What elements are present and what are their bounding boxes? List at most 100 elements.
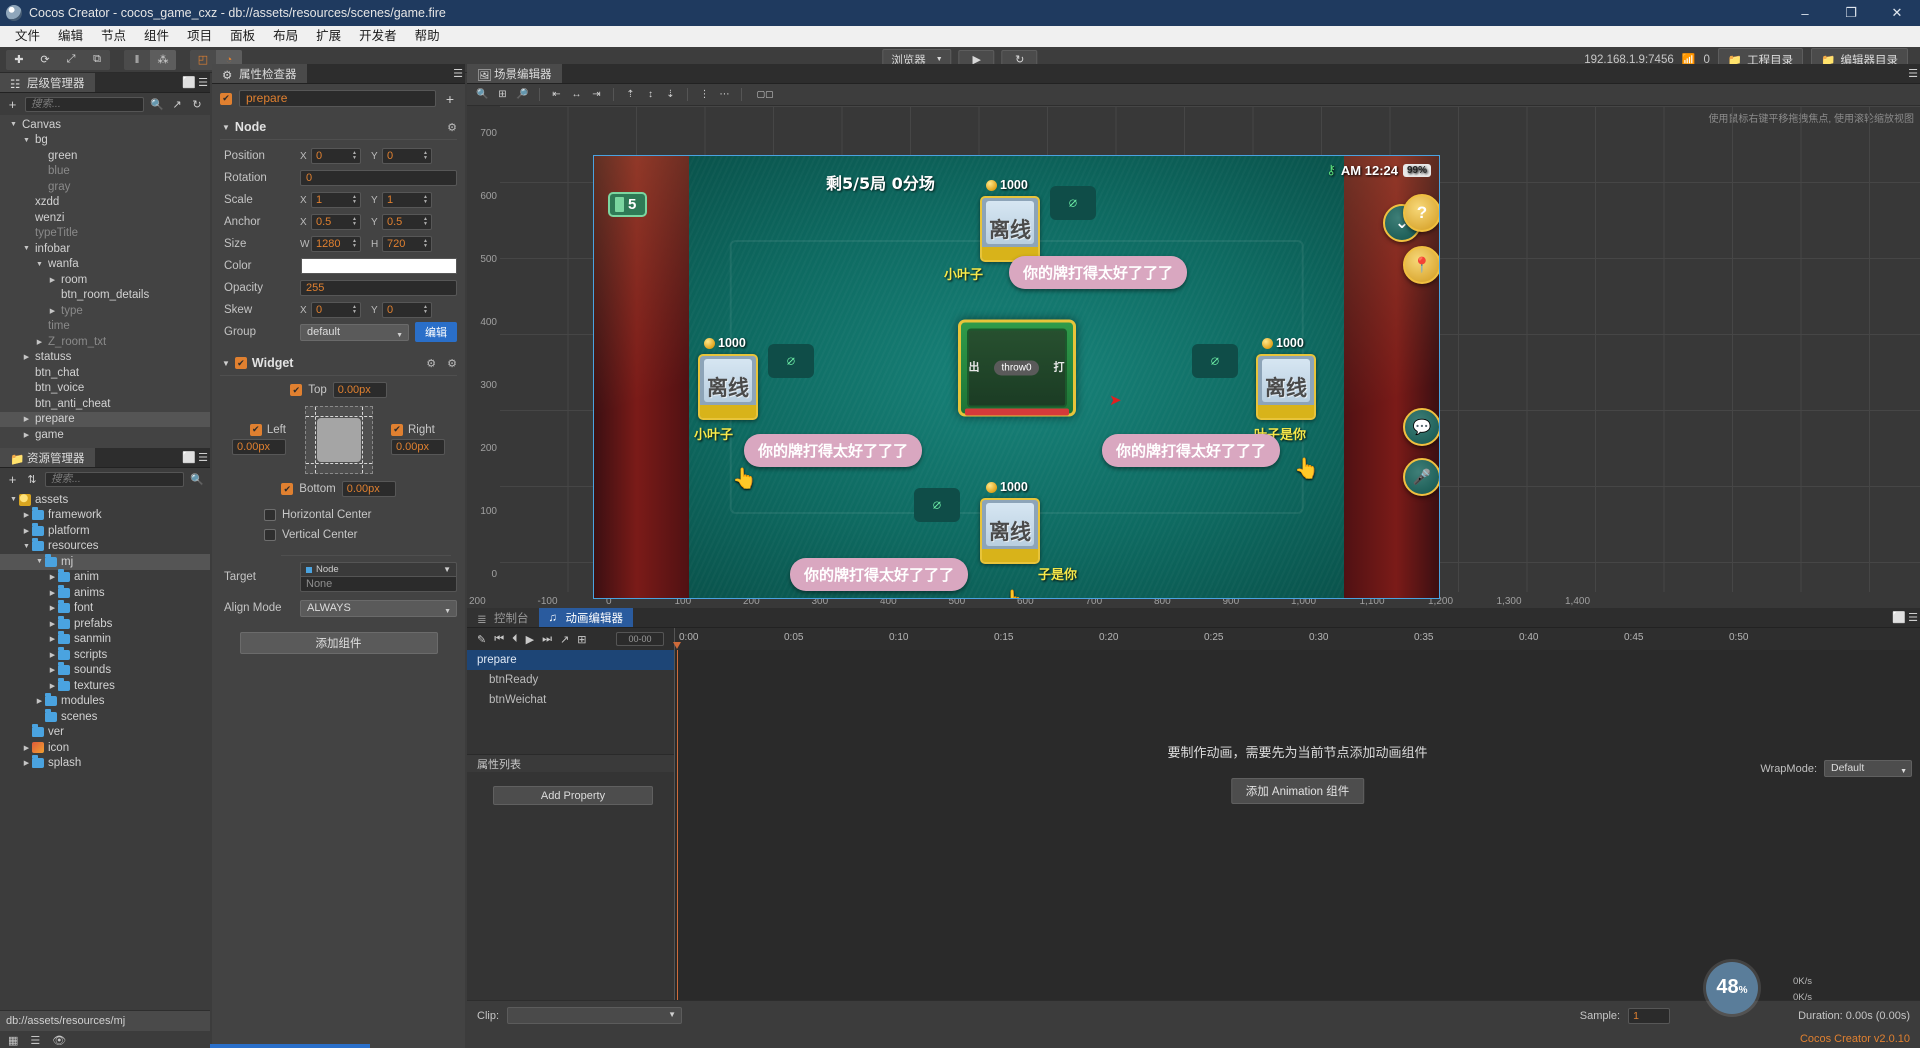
minimize-button[interactable]: –	[1782, 0, 1828, 26]
node-section-header[interactable]: ▼ Node ⚙	[220, 116, 457, 137]
stepper-icon[interactable]: ▲ ▼	[421, 149, 430, 163]
asset-item-icon[interactable]: icon	[0, 740, 210, 756]
chevron-right-icon[interactable]	[21, 415, 32, 423]
widget-top-checkbox[interactable]	[290, 384, 303, 396]
sync-icon[interactable]: ↻	[190, 98, 204, 111]
property-input-y[interactable]: 0 ▲ ▼	[382, 148, 432, 164]
panel-popout-icon[interactable]: ⬜	[182, 73, 196, 92]
zoom-fit-icon[interactable]: ⊞	[494, 87, 511, 103]
player-signal-left[interactable]: ⌽	[768, 344, 814, 378]
panel-menu-icon[interactable]: ☰	[196, 448, 210, 467]
hierarchy-node-room[interactable]: room	[0, 272, 210, 288]
menu-item-1[interactable]: 编辑	[49, 26, 92, 47]
widget-bottom-input[interactable]: 0.00px	[341, 481, 396, 497]
hierarchy-node-btn_chat[interactable]: btn_chat	[0, 365, 210, 381]
asset-item-font[interactable]: font	[0, 600, 210, 617]
group1-button-3[interactable]: ⧉	[84, 50, 110, 70]
btn-help[interactable]: ?	[1403, 194, 1439, 232]
chevron-right-icon[interactable]	[21, 744, 32, 752]
property-input-h[interactable]: 720 ▲ ▼	[382, 236, 432, 252]
align-left-icon[interactable]: ⇤	[548, 87, 565, 103]
animation-track-btnReady[interactable]: btnReady	[467, 670, 674, 690]
panel-menu-icon[interactable]: ☰	[1906, 64, 1920, 83]
chevron-down-icon[interactable]	[21, 245, 32, 252]
asset-item-scenes[interactable]: scenes	[0, 708, 210, 725]
player-signal-top[interactable]: ⌽	[1050, 186, 1096, 220]
group2-button-1[interactable]: ⁂	[150, 49, 176, 70]
panel-menu-icon[interactable]: ☰	[196, 73, 210, 92]
widget-right-input[interactable]: 0.00px	[391, 438, 445, 455]
group1-button-0[interactable]: ✚	[6, 50, 32, 70]
add-component-button[interactable]: 添加组件	[239, 632, 438, 654]
chevron-right-icon[interactable]	[47, 666, 58, 674]
property-input-w[interactable]: 1280 ▲ ▼	[311, 236, 361, 252]
panel-popout-icon[interactable]: ⬜	[182, 448, 196, 467]
hierarchy-node-blue[interactable]: blue	[0, 164, 210, 180]
btn-location[interactable]: 📍	[1403, 246, 1439, 284]
widget-right-checkbox[interactable]	[391, 423, 403, 436]
chevron-right-icon[interactable]	[47, 276, 58, 284]
hierarchy-node-Canvas[interactable]: Canvas	[0, 117, 210, 133]
align-top-icon[interactable]: ⇡	[622, 87, 639, 103]
game-canvas[interactable]: ⚷ AM 12:24 99% 5 剩5/5局 0分场 throw0 出 打 ➤ …	[593, 155, 1440, 599]
gear-icon[interactable]: ⚙	[447, 121, 457, 134]
hierarchy-node-type[interactable]: type	[0, 303, 210, 319]
chevron-right-icon[interactable]	[21, 527, 32, 535]
asset-item-anims[interactable]: anims	[0, 584, 210, 601]
property-input[interactable]: 255	[300, 280, 457, 296]
asset-item-sounds[interactable]: sounds	[0, 662, 210, 679]
widget-top-input[interactable]: 0.00px	[332, 382, 387, 398]
color-swatch[interactable]	[301, 258, 457, 274]
chevron-right-icon[interactable]	[47, 620, 58, 628]
group2-button-0[interactable]: ‖	[124, 50, 150, 70]
zoom-out-icon[interactable]: 🔍	[474, 87, 491, 103]
group-select[interactable]: default	[300, 323, 409, 343]
chevron-right-icon[interactable]	[21, 511, 32, 519]
property-input-x[interactable]: 1 ▲ ▼	[311, 192, 361, 208]
wrapmode-select[interactable]: Default	[1824, 760, 1912, 779]
player-signal-right[interactable]: ⌽	[1192, 344, 1238, 378]
hierarchy-search-input[interactable]: 搜索...	[25, 96, 144, 112]
asset-item-modules[interactable]: modules	[0, 693, 210, 710]
property-input-x[interactable]: 0.5 ▲ ▼	[311, 214, 361, 230]
distribute-v-icon[interactable]: ⋯	[716, 87, 733, 103]
menu-item-9[interactable]: 帮助	[406, 26, 449, 47]
tab-scene-editor[interactable]: 🖼 场景编辑器	[467, 64, 562, 83]
node-enabled-checkbox[interactable]	[220, 92, 232, 105]
btn-voice[interactable]: 🎤	[1403, 458, 1439, 496]
widget-left-input[interactable]: 0.00px	[232, 438, 286, 455]
hierarchy-node-infobar[interactable]: infobar	[0, 241, 210, 257]
anim-control-5[interactable]: ↗	[560, 633, 569, 646]
help-icon[interactable]: ⚙	[426, 357, 436, 370]
tab-inspector[interactable]: ⚙ 属性检查器	[212, 64, 307, 83]
hierarchy-node-btn_room_details[interactable]: btn_room_details	[0, 288, 210, 304]
anim-control-6[interactable]: ⊞	[577, 633, 586, 646]
hierarchy-node-Z_room_txt[interactable]: Z_room_txt	[0, 334, 210, 350]
anim-control-4[interactable]: ⏭	[542, 633, 552, 646]
menu-item-2[interactable]: 节点	[92, 26, 135, 47]
menu-item-4[interactable]: 项目	[178, 26, 221, 47]
asset-item-framework[interactable]: framework	[0, 507, 210, 524]
search-icon[interactable]: 🔍	[150, 98, 164, 111]
search-icon[interactable]: 🔍	[190, 473, 204, 486]
list-view-icon[interactable]: ☰	[30, 1034, 40, 1047]
tab-console[interactable]: ≣ 控制台	[467, 608, 539, 627]
stepper-icon[interactable]: ▲ ▼	[421, 215, 430, 229]
vertical-center-checkbox[interactable]	[264, 529, 276, 541]
target-node-chip[interactable]: Node ▼	[300, 562, 457, 577]
chevron-down-icon[interactable]	[8, 121, 19, 128]
chevron-down-icon[interactable]	[21, 137, 32, 144]
asset-item-resources[interactable]: resources	[0, 538, 210, 555]
playhead[interactable]	[673, 642, 681, 1030]
horizontal-center-row[interactable]: Horizontal Center	[220, 505, 457, 525]
group1-button-2[interactable]: ⤢	[58, 50, 84, 70]
animation-track-prepare[interactable]: prepare	[467, 650, 674, 670]
hierarchy-node-wanfa[interactable]: wanfa	[0, 257, 210, 273]
widget-left-checkbox[interactable]	[249, 423, 262, 436]
menu-item-5[interactable]: 面板	[221, 26, 264, 47]
menu-item-6[interactable]: 布局	[264, 26, 307, 47]
chevron-down-icon[interactable]	[8, 496, 19, 503]
chevron-right-icon[interactable]	[47, 589, 58, 597]
chevron-right-icon[interactable]	[47, 604, 58, 612]
asset-item-textures[interactable]: textures	[0, 677, 210, 694]
